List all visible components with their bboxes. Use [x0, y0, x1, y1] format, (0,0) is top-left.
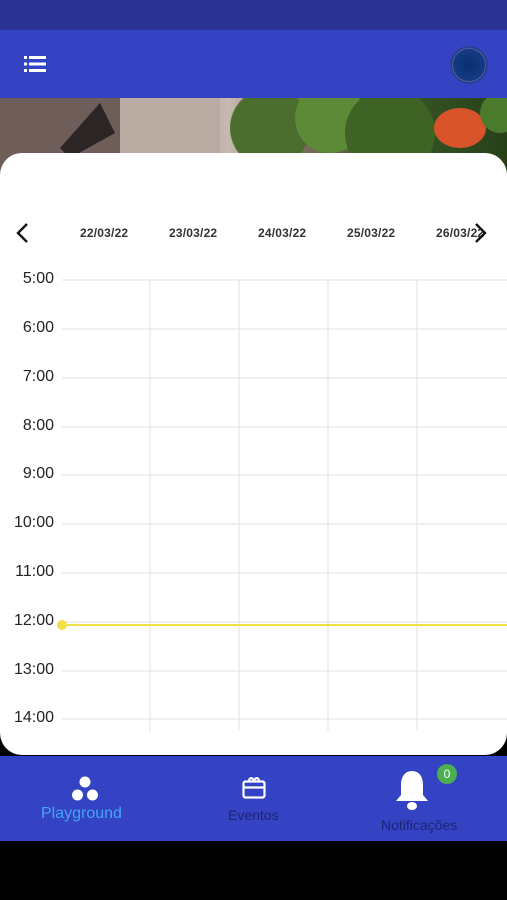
bell-icon	[396, 771, 428, 810]
time-label: 8:00	[22, 417, 54, 434]
nav-eventos[interactable]: Eventos	[169, 756, 338, 841]
dots-icon	[72, 776, 98, 801]
app-bar	[0, 30, 507, 98]
nav-notificacoes[interactable]: Notificações	[338, 756, 507, 841]
time-label: 10:00	[13, 514, 54, 531]
nav-playground-label: Playground	[41, 805, 122, 822]
time-label: 9:00	[22, 465, 54, 482]
nav-notificacoes-label: Notificações	[381, 817, 458, 833]
menu-icon	[24, 56, 46, 72]
time-label: 6:00	[22, 319, 54, 336]
status-bar	[0, 0, 507, 30]
nav-eventos-label: Eventos	[228, 807, 279, 823]
current-time-line	[62, 624, 507, 626]
time-label: 11:00	[15, 563, 54, 580]
nav-playground[interactable]: Playground	[0, 756, 169, 841]
bottom-nav: Playground Eventos Notificações 0	[0, 756, 507, 841]
schedule-card: 22/03/22 23/03/22 24/03/22 25/03/22 26/0…	[0, 153, 507, 755]
system-nav-area	[0, 841, 507, 900]
time-label: 13:00	[13, 661, 54, 678]
time-label: 14:00	[13, 709, 54, 726]
time-label: 12:00	[13, 612, 54, 629]
schedule-grid[interactable]	[0, 153, 507, 755]
time-label: 5:00	[22, 270, 54, 287]
avatar[interactable]	[450, 46, 488, 84]
time-label: 7:00	[22, 368, 54, 385]
menu-button[interactable]	[18, 48, 52, 80]
calendar-icon	[242, 777, 266, 799]
notification-badge: 0	[437, 764, 457, 784]
